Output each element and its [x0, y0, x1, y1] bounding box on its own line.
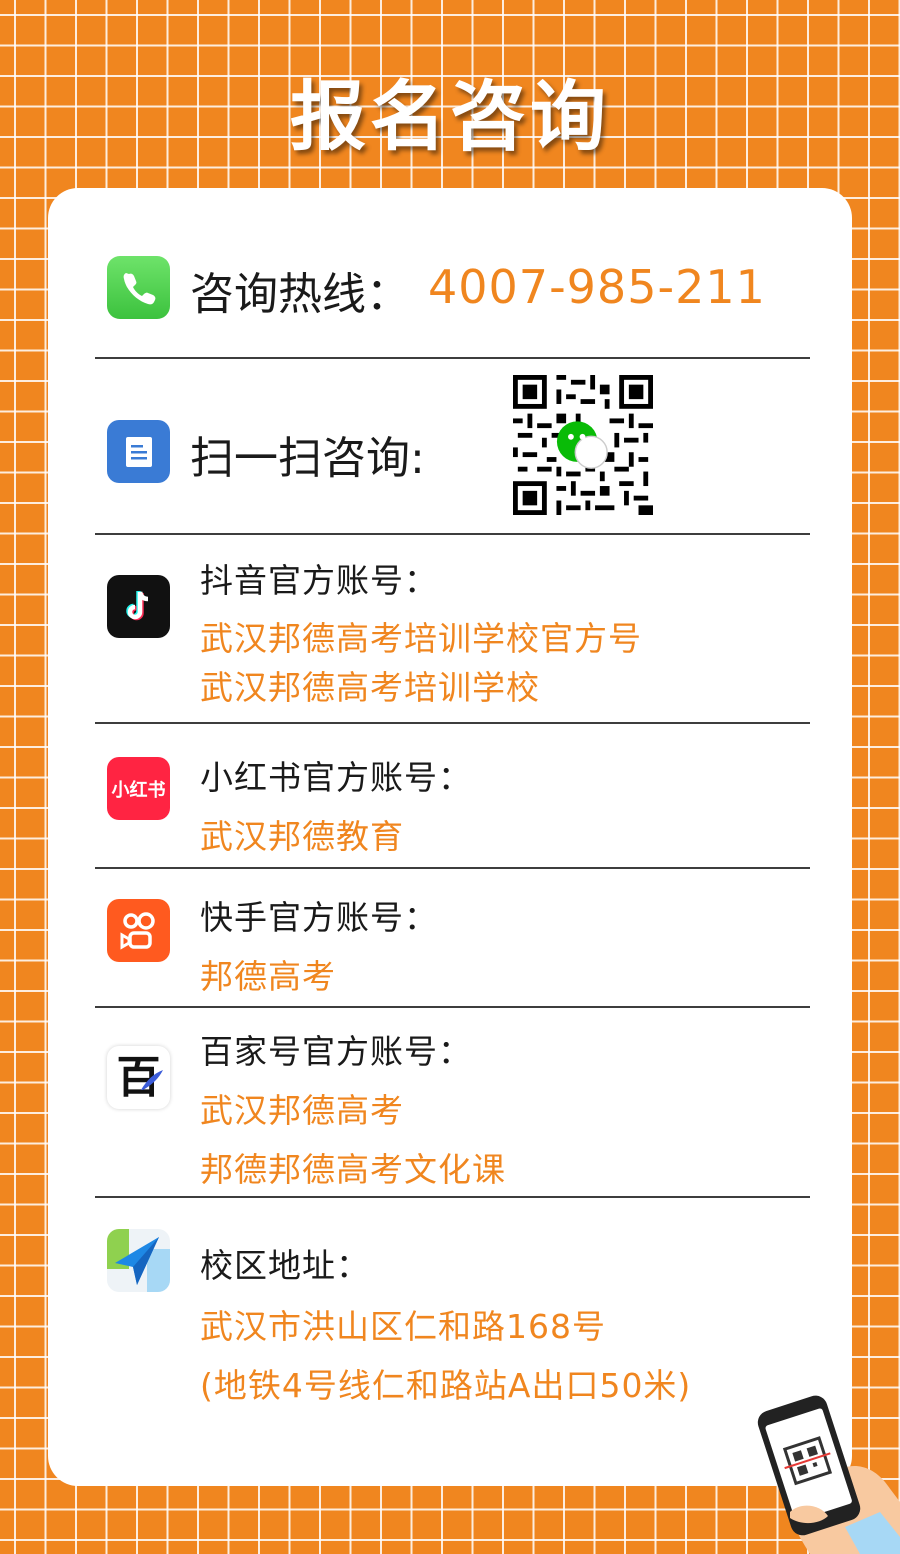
divider	[95, 533, 810, 535]
qr-code[interactable]	[513, 375, 653, 515]
xiaohongshu-icon-text: 小红书	[111, 779, 166, 801]
address-label: 校区地址：	[200, 1246, 370, 1285]
info-card	[48, 188, 852, 1486]
douyin-label: 抖音官方账号：	[200, 561, 438, 600]
divider	[95, 357, 810, 359]
address-line-1: 武汉市洪山区仁和路168号	[200, 1307, 606, 1346]
xiaohongshu-label: 小红书官方账号：	[200, 758, 472, 797]
scan-label: 扫一扫咨询:	[190, 433, 425, 484]
divider	[95, 1006, 810, 1008]
baijiahao-icon: 百	[107, 1046, 170, 1109]
phone-icon	[107, 256, 170, 319]
address-line-2: (地铁4号线仁和路站A出口50米)	[200, 1366, 692, 1405]
douyin-account-1[interactable]: 武汉邦德高考培训学校官方号	[200, 612, 642, 660]
xiaohongshu-icon: 小红书	[107, 757, 170, 820]
divider	[95, 1196, 810, 1198]
divider	[95, 867, 810, 869]
page-title: 报名咨询	[290, 72, 610, 161]
kuaishou-label: 快手官方账号：	[200, 898, 438, 937]
baijiahao-label: 百家号官方账号：	[200, 1032, 472, 1071]
hotline-number[interactable]: 4007-985-211	[428, 260, 766, 314]
kuaishou-icon	[107, 899, 170, 962]
kuaishou-account-1[interactable]: 邦德高考	[200, 950, 336, 998]
baijiahao-account-2[interactable]: 邦德邦德高考文化课	[200, 1143, 506, 1191]
baijiahao-account-1[interactable]: 武汉邦德高考	[200, 1084, 404, 1132]
xiaohongshu-account-1[interactable]: 武汉邦德教育	[200, 810, 404, 858]
divider	[95, 722, 810, 724]
douyin-icon	[107, 575, 170, 638]
hotline-label: 咨询热线：	[190, 269, 410, 320]
hand-phone-illustration	[757, 1395, 900, 1554]
douyin-account-2[interactable]: 武汉邦德高考培训学校	[200, 661, 540, 709]
location-arrow-icon	[107, 1229, 170, 1292]
document-icon	[107, 420, 170, 483]
